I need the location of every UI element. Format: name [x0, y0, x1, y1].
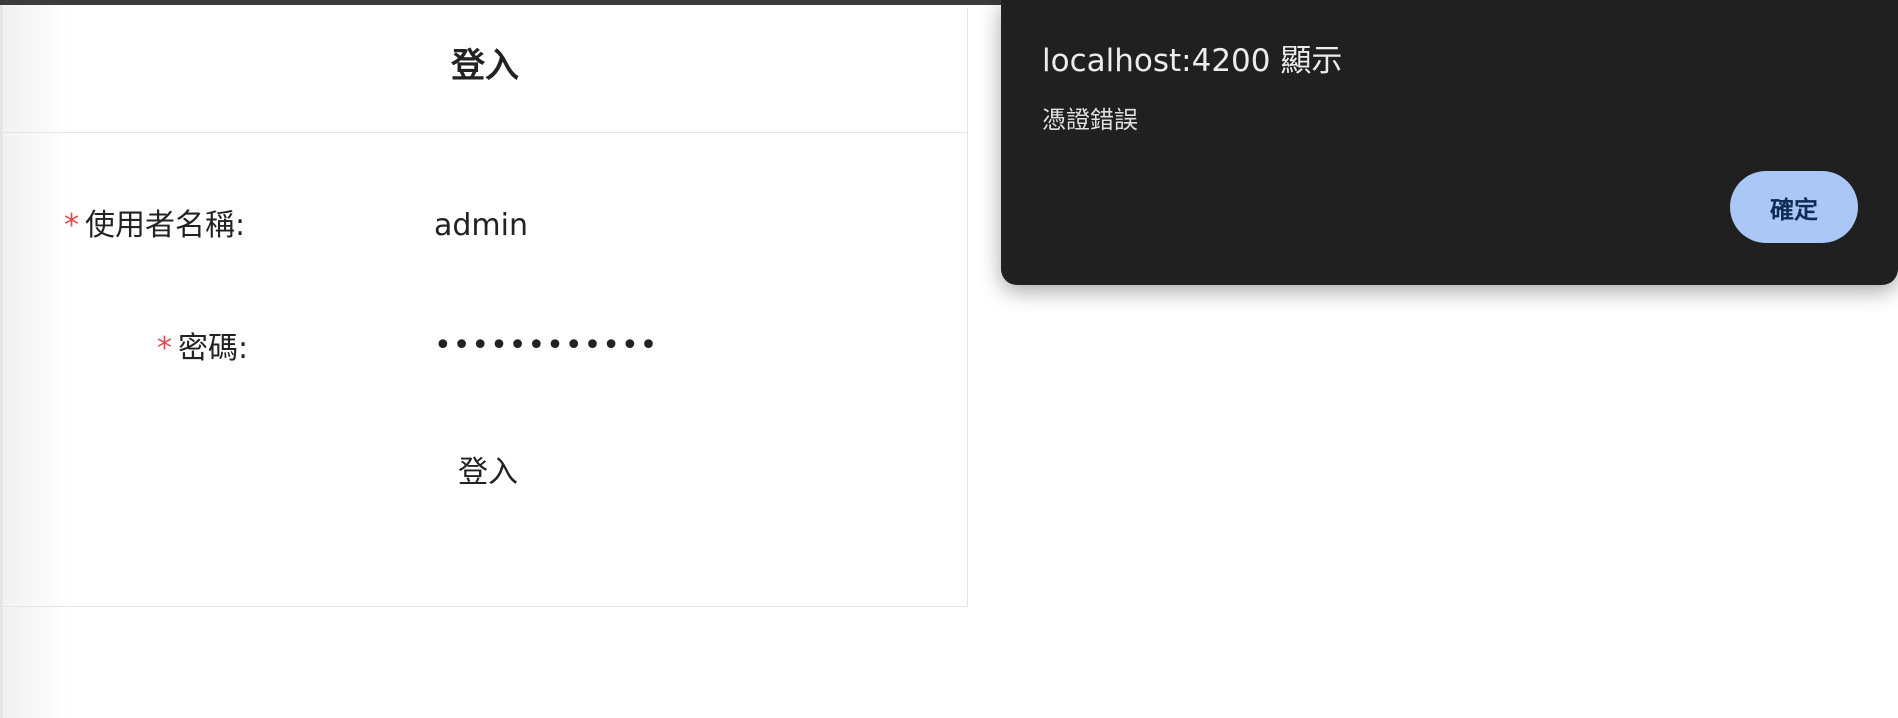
username-field[interactable]: admin [434, 208, 528, 244]
username-label: * 使用者名稱: [64, 208, 245, 244]
login-title: 登入 [451, 46, 519, 86]
password-label-text: 密碼: [178, 331, 249, 366]
password-required-mark: * [157, 331, 172, 366]
login-card: 登入 * 使用者名稱: admin * 密碼: •••••••••••• 登入 [3, 8, 968, 607]
dialog-message: 憑證錯誤 [1042, 106, 1138, 134]
login-card-header: 登入 [3, 8, 967, 133]
login-button[interactable]: 登入 [423, 453, 553, 493]
username-required-mark: * [64, 208, 79, 243]
confirm-button[interactable]: 確定 [1730, 171, 1858, 243]
alert-dialog: localhost:4200 顯示 憑證錯誤 確定 [1001, 0, 1898, 285]
username-label-text: 使用者名稱: [85, 208, 246, 243]
password-field[interactable]: •••••••••••• [434, 328, 658, 364]
password-label: * 密碼: [157, 331, 248, 367]
dialog-title: localhost:4200 顯示 [1042, 43, 1343, 79]
